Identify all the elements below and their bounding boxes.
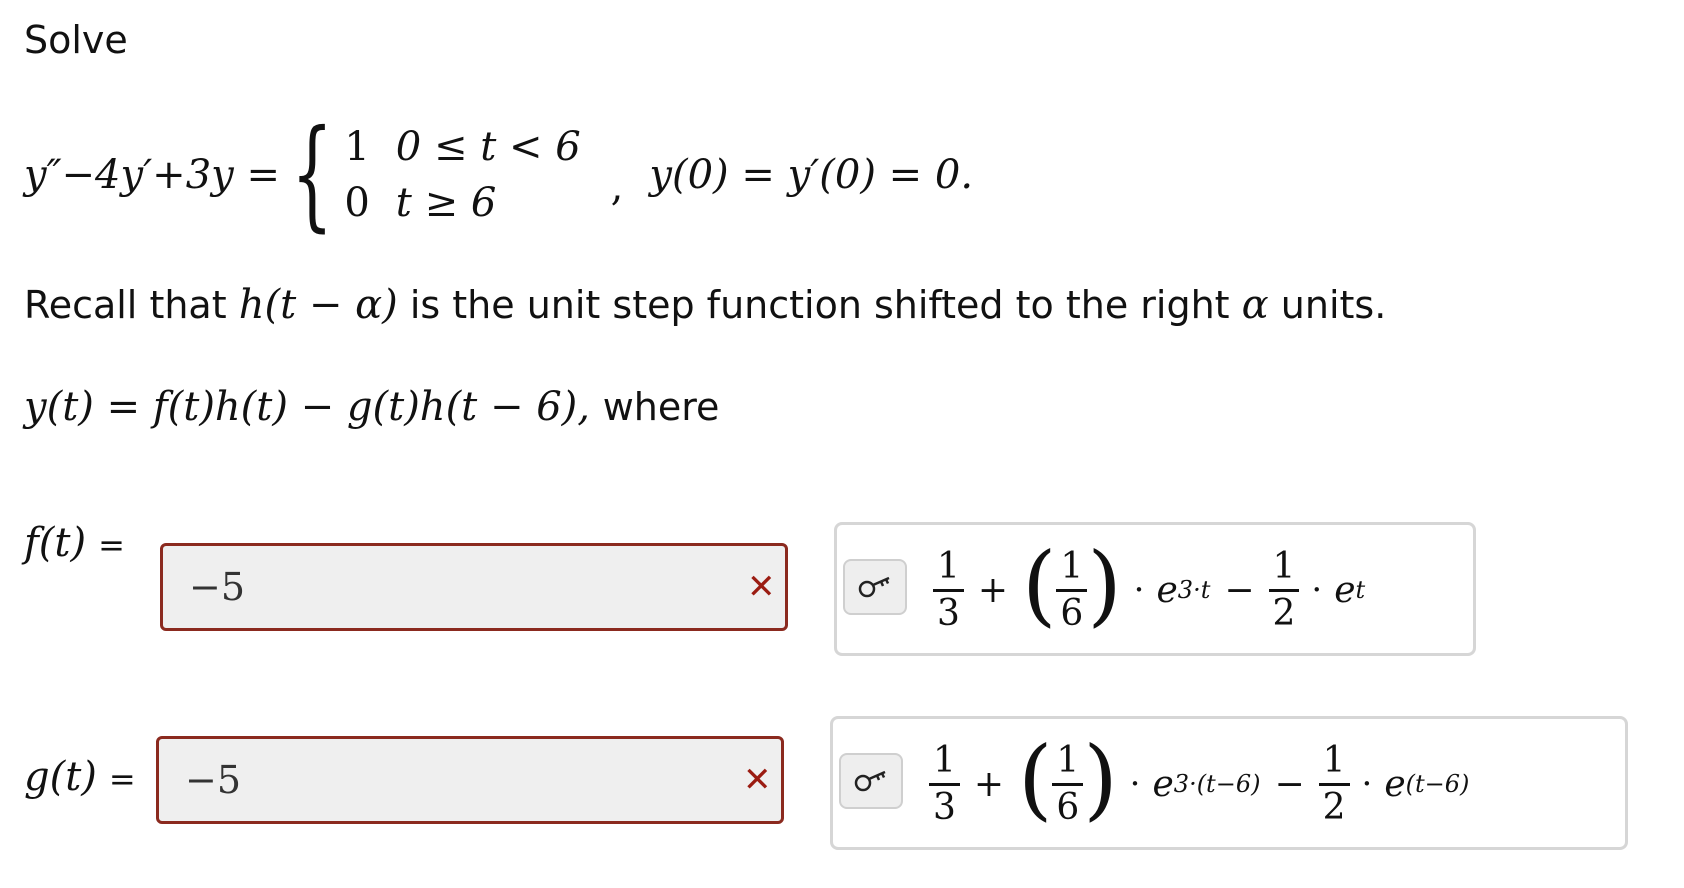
- ode-lhs: y″−4y′+3y =: [24, 152, 280, 198]
- f-key-button[interactable]: [843, 559, 907, 615]
- recall-suffix: units.: [1280, 283, 1387, 327]
- piecewise-cases: 1 0 ≤ t < 6 0 t ≥ 6: [344, 127, 580, 223]
- cases-brace: {: [291, 105, 334, 244]
- case-2-value: 0: [344, 180, 370, 226]
- f-frac-1: 1 3: [933, 548, 964, 632]
- f-frac-2: 1 6: [1056, 548, 1088, 632]
- key-icon: [858, 576, 890, 598]
- solution-expression: y(t) = f(t)h(t) − g(t)h(t − 6),: [24, 384, 590, 430]
- g-wrong-x-icon: ✕: [743, 760, 772, 800]
- g-equals: =: [108, 760, 136, 798]
- g-frac-3: 1 2: [1318, 742, 1350, 826]
- g-answer-expression: 1 3 + ( 1 6 ) · e 3·(t−6) − 1 2 · e (t−6): [929, 729, 1469, 839]
- f-answer-expression: 1 3 + ( 1 6 ) · e 3·t − 1 2 · et: [933, 535, 1365, 645]
- case-2-condition: t ≥ 6: [395, 180, 497, 226]
- f-row-label: f(t) =: [24, 520, 125, 566]
- recall-note: Recall that h(t − α) is the unit step fu…: [24, 282, 1386, 328]
- g-row-label: g(t) =: [24, 754, 136, 800]
- recall-prefix: Recall that: [24, 283, 227, 327]
- g-input-value: −5: [185, 758, 242, 802]
- f-answer-key-box: 1 3 + ( 1 6 ) · e 3·t − 1 2 · et: [834, 522, 1476, 656]
- f-input-value: −5: [189, 565, 246, 609]
- recall-function: h(t − α): [238, 282, 398, 328]
- f-wrong-x-icon: ✕: [747, 567, 776, 607]
- case-1-condition: 0 ≤ t < 6: [395, 124, 581, 170]
- solution-where: where: [602, 385, 720, 429]
- solution-form: y(t) = f(t)h(t) − g(t)h(t − 6), where: [24, 384, 719, 430]
- g-key-button[interactable]: [839, 753, 903, 809]
- g-frac-2: 1 6: [1052, 742, 1084, 826]
- ode-statement: y″−4y′+3y = { 1 0 ≤ t < 6 0 t ≥ 6 , y(0)…: [24, 110, 973, 240]
- ode-separator: ,: [610, 164, 624, 210]
- page-title: Solve: [24, 18, 128, 62]
- g-label: g(t): [24, 754, 97, 800]
- f-answer-input[interactable]: −5: [160, 543, 788, 631]
- f-label: f(t): [24, 520, 87, 566]
- recall-alpha: α: [1241, 282, 1269, 328]
- f-frac-3: 1 2: [1268, 548, 1300, 632]
- key-icon: [854, 770, 886, 792]
- recall-middle: is the unit step function shifted to the…: [409, 283, 1230, 327]
- g-frac-1: 1 3: [929, 742, 960, 826]
- case-1-value: 1: [344, 124, 370, 170]
- initial-conditions: y(0) = y′(0) = 0.: [649, 152, 974, 198]
- g-answer-key-box: 1 3 + ( 1 6 ) · e 3·(t−6) − 1 2 · e (t−6): [830, 716, 1628, 850]
- g-answer-input[interactable]: −5: [156, 736, 784, 824]
- f-equals: =: [98, 526, 125, 564]
